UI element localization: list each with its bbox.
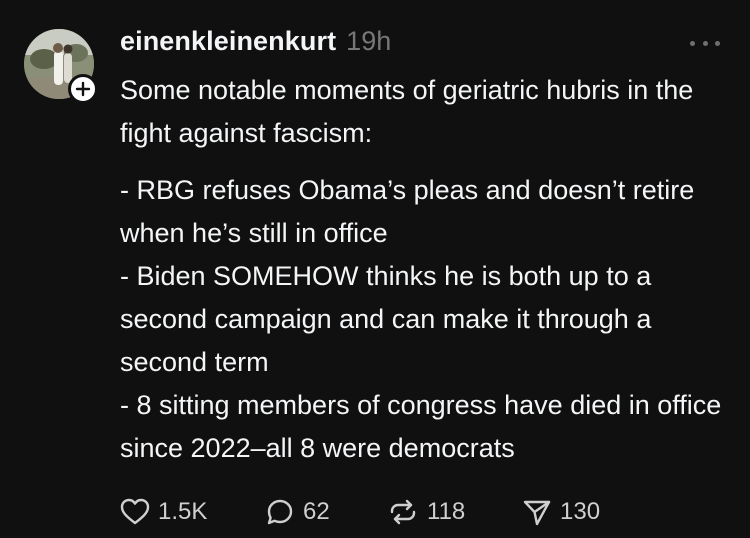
username[interactable]: einenkleinenkurt [120, 26, 336, 57]
like-count: 1.5K [158, 498, 208, 525]
post-actions: 1.5K 62 118 130 [120, 492, 600, 532]
post-list-item: - Biden SOMEHOW thinks he is both up to … [120, 261, 652, 377]
heart-icon [120, 498, 150, 525]
thread-post: einenkleinenkurt 19h Some notable moment… [0, 0, 750, 538]
like-button[interactable]: 1.5K [120, 498, 265, 526]
post-list-item: - 8 sitting members of congress have die… [120, 390, 722, 463]
plus-icon [75, 81, 91, 97]
timestamp[interactable]: 19h [346, 26, 391, 57]
repost-count: 118 [427, 498, 466, 525]
reply-count: 62 [303, 498, 330, 525]
share-count: 130 [560, 498, 601, 525]
repost-button[interactable]: 118 [387, 497, 522, 527]
more-dots-icon [702, 40, 708, 46]
share-button[interactable]: 130 [522, 497, 600, 527]
repost-icon [390, 499, 416, 525]
post-list-item: - RBG refuses Obama’s pleas and doesn’t … [120, 175, 695, 248]
post-header: einenkleinenkurt 19h [120, 26, 391, 62]
post-intro: Some notable moments of geriatric hubris… [120, 75, 694, 148]
follow-button[interactable] [68, 74, 98, 104]
comment-bubble-icon [267, 499, 293, 525]
more-options-button[interactable] [690, 38, 720, 48]
reply-button[interactable]: 62 [265, 497, 387, 527]
post-text: Some notable moments of geriatric hubris… [120, 69, 730, 470]
more-dots-icon [690, 40, 695, 46]
send-icon [523, 500, 551, 526]
more-dots-icon [715, 40, 720, 46]
